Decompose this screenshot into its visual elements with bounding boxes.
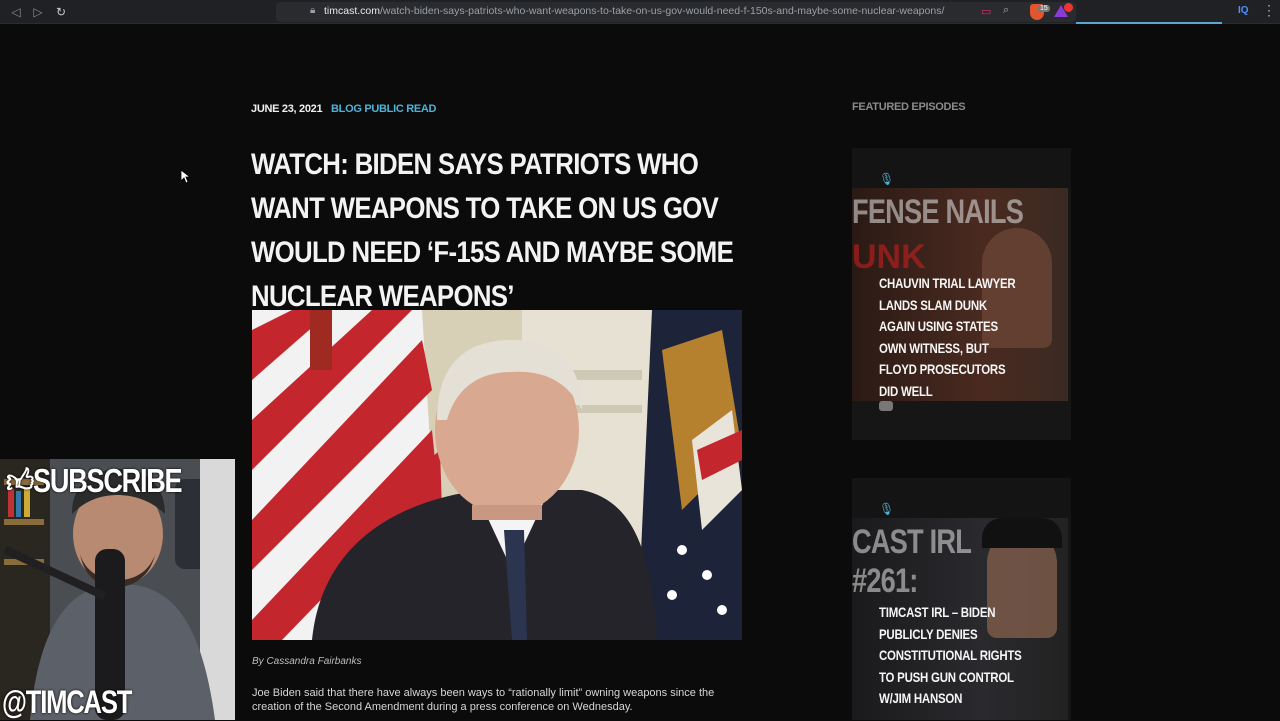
notification-dot bbox=[1064, 3, 1073, 12]
menu-icon[interactable]: ⋮ bbox=[1262, 2, 1276, 19]
microphone-icon: 🎙︎ bbox=[879, 502, 895, 516]
thumbnail-overlay-text: FENSE NAILS bbox=[852, 193, 1024, 231]
reload-icon[interactable]: ↻ bbox=[53, 4, 69, 20]
subscribe-label: SUBSCRIBE bbox=[33, 462, 183, 499]
article-headline: WATCH: BIDEN SAYS PATRIOTS WHO WANT WEAP… bbox=[251, 148, 734, 313]
back-icon[interactable]: ◁ bbox=[8, 4, 24, 20]
episode-title[interactable]: CHAUVIN TRIAL LAWYER LANDS SLAM DUNK AGA… bbox=[879, 273, 1023, 402]
article-byline: By Cassandra Fairbanks bbox=[252, 656, 362, 667]
episode-card-1[interactable]: 🎙︎ FENSE NAILS UNK CHAUVIN TRIAL LAWYER … bbox=[852, 148, 1071, 440]
article-category-link[interactable]: BLOG PUBLIC READ bbox=[331, 103, 437, 115]
url-domain: timcast.com bbox=[324, 5, 381, 17]
episode-card-2[interactable]: 🎙︎ CAST IRL #261: TIMCAST IRL – BIDEN PU… bbox=[852, 478, 1071, 720]
forward-icon[interactable]: ▷ bbox=[30, 4, 46, 20]
thumbnail-red-text: UNK bbox=[852, 238, 926, 276]
featured-episodes-heading: FEATURED EPISODES bbox=[852, 101, 966, 113]
extension-iq-icon[interactable]: IQ bbox=[1238, 5, 1249, 16]
microphone-icon: 🎙︎ bbox=[879, 172, 895, 186]
zoom-icon[interactable]: ⌕ bbox=[1003, 4, 1009, 17]
mouse-cursor-icon bbox=[181, 170, 191, 184]
url-path: /watch-biden-says-patriots-who-want-weap… bbox=[380, 5, 945, 17]
url-text[interactable]: timcast.com/watch-biden-says-patriots-wh… bbox=[324, 5, 944, 17]
shield-count-badge: 15 bbox=[1038, 5, 1050, 12]
thumbnail-overlay-text-2: #261: bbox=[852, 562, 918, 600]
channel-handle: @TIMCAST bbox=[2, 684, 132, 720]
browser-toolbar: ◁ ▷ ↻ ⌑ 🔒︎ timcast.com/watch-biden-says-… bbox=[0, 0, 1280, 24]
article-body: Joe Biden said that there have always be… bbox=[252, 687, 715, 713]
address-bar[interactable]: 🔒︎ timcast.com/watch-biden-says-patriots… bbox=[276, 2, 1076, 22]
youtube-icon[interactable] bbox=[879, 401, 893, 411]
subscribe-overlay-text: 👍︎SUBSCRIBE bbox=[6, 461, 183, 501]
thumbnail-overlay-text-1: CAST IRL bbox=[852, 523, 972, 561]
page-load-progress bbox=[1076, 22, 1222, 24]
article-hero-image bbox=[252, 310, 742, 640]
episode-title[interactable]: TIMCAST IRL – BIDEN PUBLICLY DENIES CONS… bbox=[879, 602, 1023, 710]
thumbs-up-icon: 👍︎ bbox=[6, 462, 34, 499]
lock-icon: 🔒︎ bbox=[310, 5, 316, 16]
cast-icon[interactable]: ▭ bbox=[981, 5, 991, 18]
article-date: JUNE 23, 2021 bbox=[251, 103, 323, 115]
